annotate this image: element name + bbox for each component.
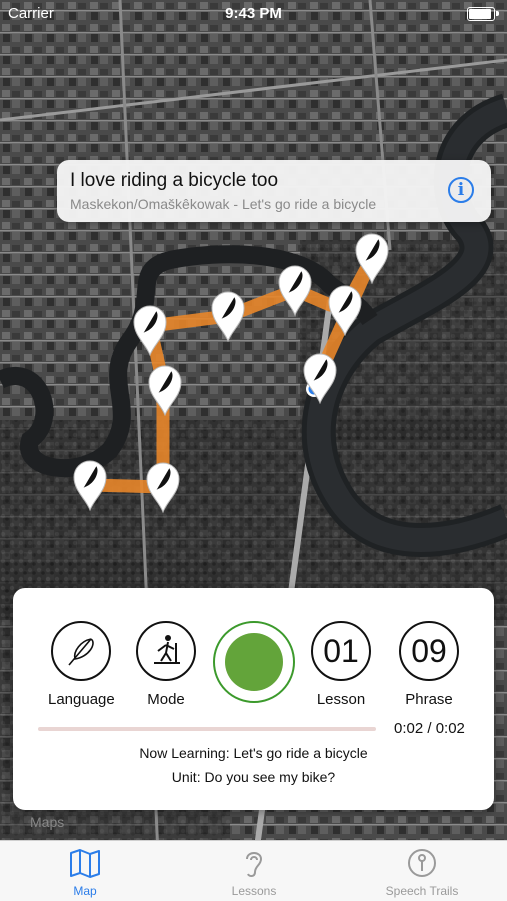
ear-icon bbox=[184, 847, 324, 879]
tab-bar: Map Lessons Speech Trails bbox=[0, 840, 507, 901]
phrase-label: Phrase bbox=[405, 691, 453, 708]
info-icon[interactable]: i bbox=[448, 177, 474, 203]
clock: 9:43 PM bbox=[225, 5, 282, 22]
feather-pin-icon[interactable] bbox=[302, 350, 338, 405]
tab-map-label: Map bbox=[73, 884, 97, 898]
feather-pin-icon[interactable] bbox=[147, 362, 183, 417]
callout-subtitle: Maskekon/Omaškêkowak - Let's go ride a b… bbox=[70, 196, 377, 212]
feather-pin-icon[interactable] bbox=[210, 288, 246, 343]
skier-icon bbox=[136, 621, 196, 681]
now-learning-text: Now Learning: Let's go ride a bicycle bbox=[139, 745, 368, 761]
feather-pin-icon[interactable] bbox=[354, 230, 390, 285]
unit-text: Unit: Do you see my bike? bbox=[171, 769, 336, 785]
feather-pin-icon[interactable] bbox=[145, 459, 181, 514]
tab-speech-trails-label: Speech Trails bbox=[385, 884, 459, 898]
play-button[interactable] bbox=[213, 621, 295, 703]
lesson-control[interactable]: 01 Lesson bbox=[311, 621, 371, 708]
battery-icon bbox=[467, 7, 495, 21]
phrase-control[interactable]: 09 Phrase bbox=[399, 621, 459, 708]
feather-pin-icon[interactable] bbox=[132, 302, 168, 357]
tab-lessons-label: Lessons bbox=[231, 884, 277, 898]
battery-tip bbox=[496, 11, 499, 16]
mode-label: Mode bbox=[147, 691, 185, 708]
mode-control[interactable]: Mode bbox=[136, 621, 196, 708]
maps-legal-label[interactable]: Maps bbox=[30, 814, 64, 830]
tab-speech-trails[interactable]: Speech Trails bbox=[352, 847, 492, 898]
lesson-label: Lesson bbox=[316, 691, 366, 708]
lesson-number: 01 bbox=[311, 621, 371, 681]
tab-map[interactable]: Map bbox=[15, 847, 155, 898]
tab-lessons[interactable]: Lessons bbox=[184, 847, 324, 898]
phrase-number: 09 bbox=[399, 621, 459, 681]
callout-title: I love riding a bicycle too bbox=[70, 170, 279, 191]
feather-icon bbox=[51, 621, 112, 681]
audio-timer: 0:02 / 0:02 bbox=[394, 720, 465, 737]
feather-pin-icon[interactable] bbox=[72, 457, 108, 512]
audio-progress-bar[interactable] bbox=[38, 727, 376, 731]
language-label: Language bbox=[48, 691, 115, 708]
play-dot bbox=[225, 633, 283, 691]
language-control[interactable]: Language bbox=[48, 621, 115, 708]
feather-pin-icon[interactable] bbox=[327, 282, 363, 337]
map-icon bbox=[15, 847, 155, 879]
status-bar: Carrier 9:43 PM bbox=[0, 0, 507, 28]
pin-icon bbox=[352, 847, 492, 879]
lesson-panel: Language Mode 01 Lesson 09 Phrase 0:02 /… bbox=[13, 588, 494, 810]
feather-pin-icon[interactable] bbox=[277, 262, 313, 317]
annotation-callout[interactable]: I love riding a bicycle too Maskekon/Oma… bbox=[57, 160, 491, 222]
